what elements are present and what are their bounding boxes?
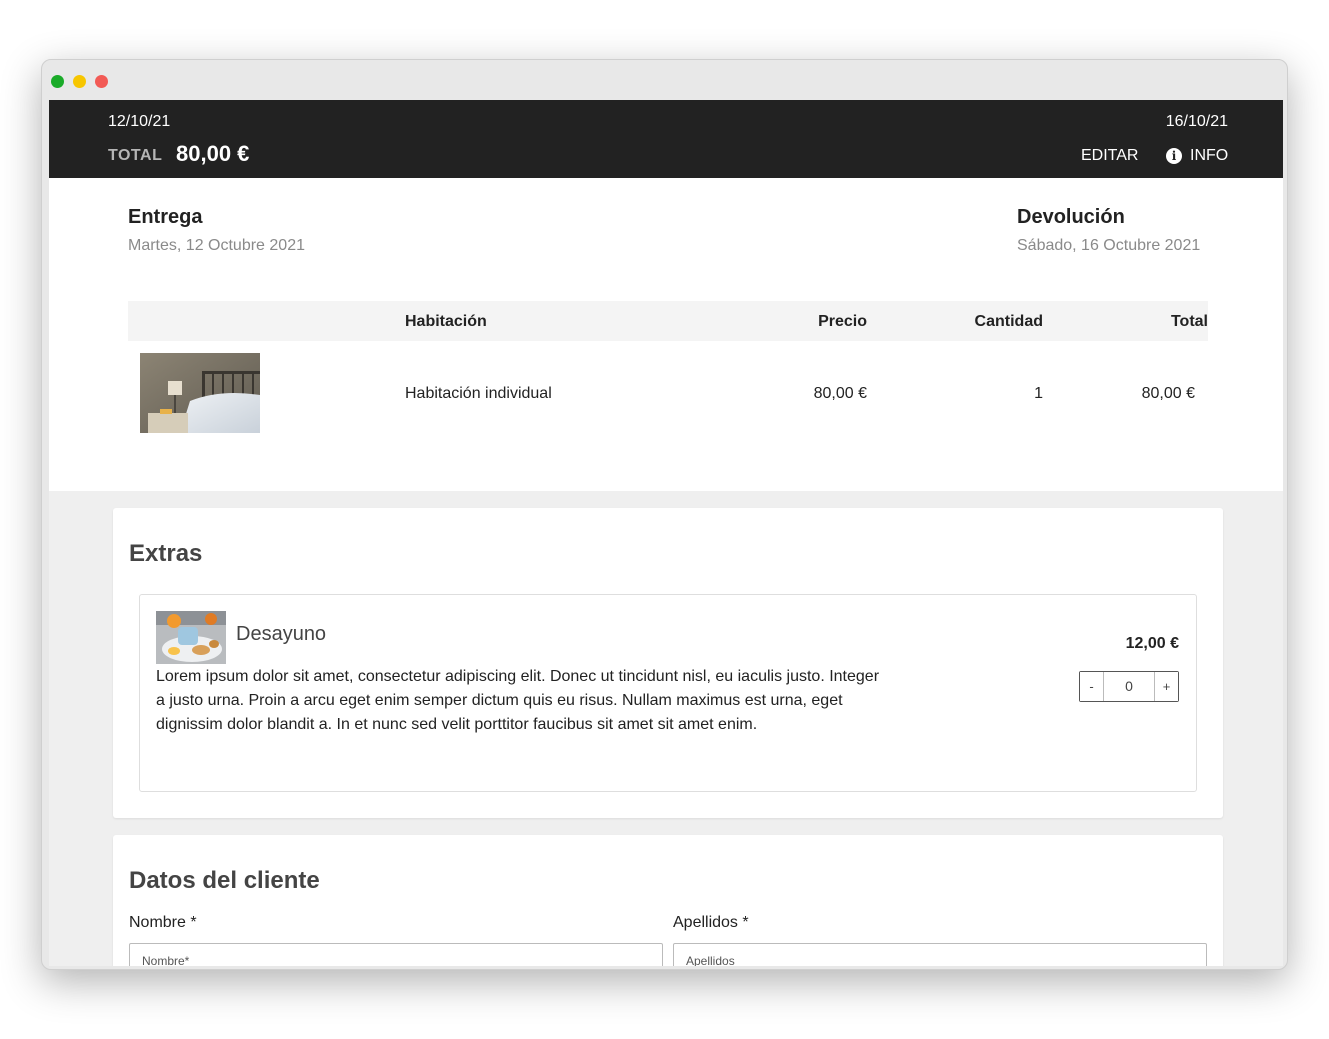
room-total-cell: 80,00 € — [1141, 385, 1195, 402]
delivery-date: Martes, 12 Octubre 2021 — [128, 237, 305, 254]
header-room: Habitación — [405, 313, 487, 330]
extra-item: Desayuno Lorem ipsum dolor sit amet, con… — [139, 594, 1197, 792]
end-date: 16/10/21 — [1165, 113, 1228, 130]
room-price-cell: 80,00 € — [813, 385, 867, 402]
browser-window: 12/10/21 16/10/21 TOTAL 80,00 € EDITAR i… — [41, 59, 1288, 970]
last-name-input[interactable]: Apellidos — [673, 943, 1207, 966]
first-name-input[interactable]: Nombre* — [129, 943, 663, 966]
delivery-title: Entrega — [128, 206, 203, 228]
room-name-cell: Habitación individual — [405, 385, 552, 402]
header-total: Total — [1170, 313, 1208, 330]
booking-summary-bar: 12/10/21 16/10/21 TOTAL 80,00 € EDITAR i… — [49, 100, 1283, 178]
room-quantity-cell: 1 — [1034, 385, 1043, 402]
room-photo — [140, 353, 260, 433]
page-viewport: 12/10/21 16/10/21 TOTAL 80,00 € EDITAR i… — [49, 100, 1283, 966]
info-button[interactable]: i INFO — [1166, 147, 1228, 165]
extra-price: 12,00 € — [1125, 635, 1179, 652]
first-name-label: Nombre * — [129, 914, 197, 931]
client-data-card: Datos del cliente Nombre * Apellidos * N… — [113, 835, 1223, 966]
quantity-input[interactable]: 0 — [1104, 672, 1154, 701]
edit-button[interactable]: EDITAR — [1081, 147, 1138, 165]
extras-card: Extras Desayuno Lorem ipsum dolor sit am… — [113, 508, 1223, 818]
return-date: Sábado, 16 Octubre 2021 — [1017, 237, 1201, 254]
total-label: TOTAL — [108, 147, 163, 164]
quantity-stepper: - 0 + — [1079, 671, 1179, 702]
extras-title: Extras — [129, 540, 203, 567]
decrement-button[interactable]: - — [1080, 672, 1104, 701]
breakfast-photo — [156, 611, 226, 664]
table-header: Habitación Precio Cantidad Total — [128, 301, 1208, 341]
window-minimize-button[interactable] — [73, 75, 86, 88]
window-maximize-button[interactable] — [51, 75, 64, 88]
last-name-label: Apellidos * — [673, 914, 749, 931]
increment-button[interactable]: + — [1154, 672, 1178, 701]
info-circle-icon: i — [1166, 148, 1182, 164]
info-label: INFO — [1190, 147, 1229, 164]
start-date: 12/10/21 — [108, 113, 171, 130]
booking-summary: Entrega Martes, 12 Octubre 2021 Devoluci… — [49, 178, 1283, 491]
header-quantity: Cantidad — [974, 313, 1043, 330]
header-price: Precio — [818, 313, 867, 330]
client-data-title: Datos del cliente — [129, 867, 320, 894]
window-close-button[interactable] — [95, 75, 108, 88]
extra-name: Desayuno — [236, 623, 327, 645]
total-value: 80,00 € — [176, 141, 250, 166]
return-title: Devolución — [1017, 206, 1125, 228]
window-titlebar — [42, 60, 1287, 100]
extra-description: Lorem ipsum dolor sit amet, consectetur … — [156, 668, 880, 733]
